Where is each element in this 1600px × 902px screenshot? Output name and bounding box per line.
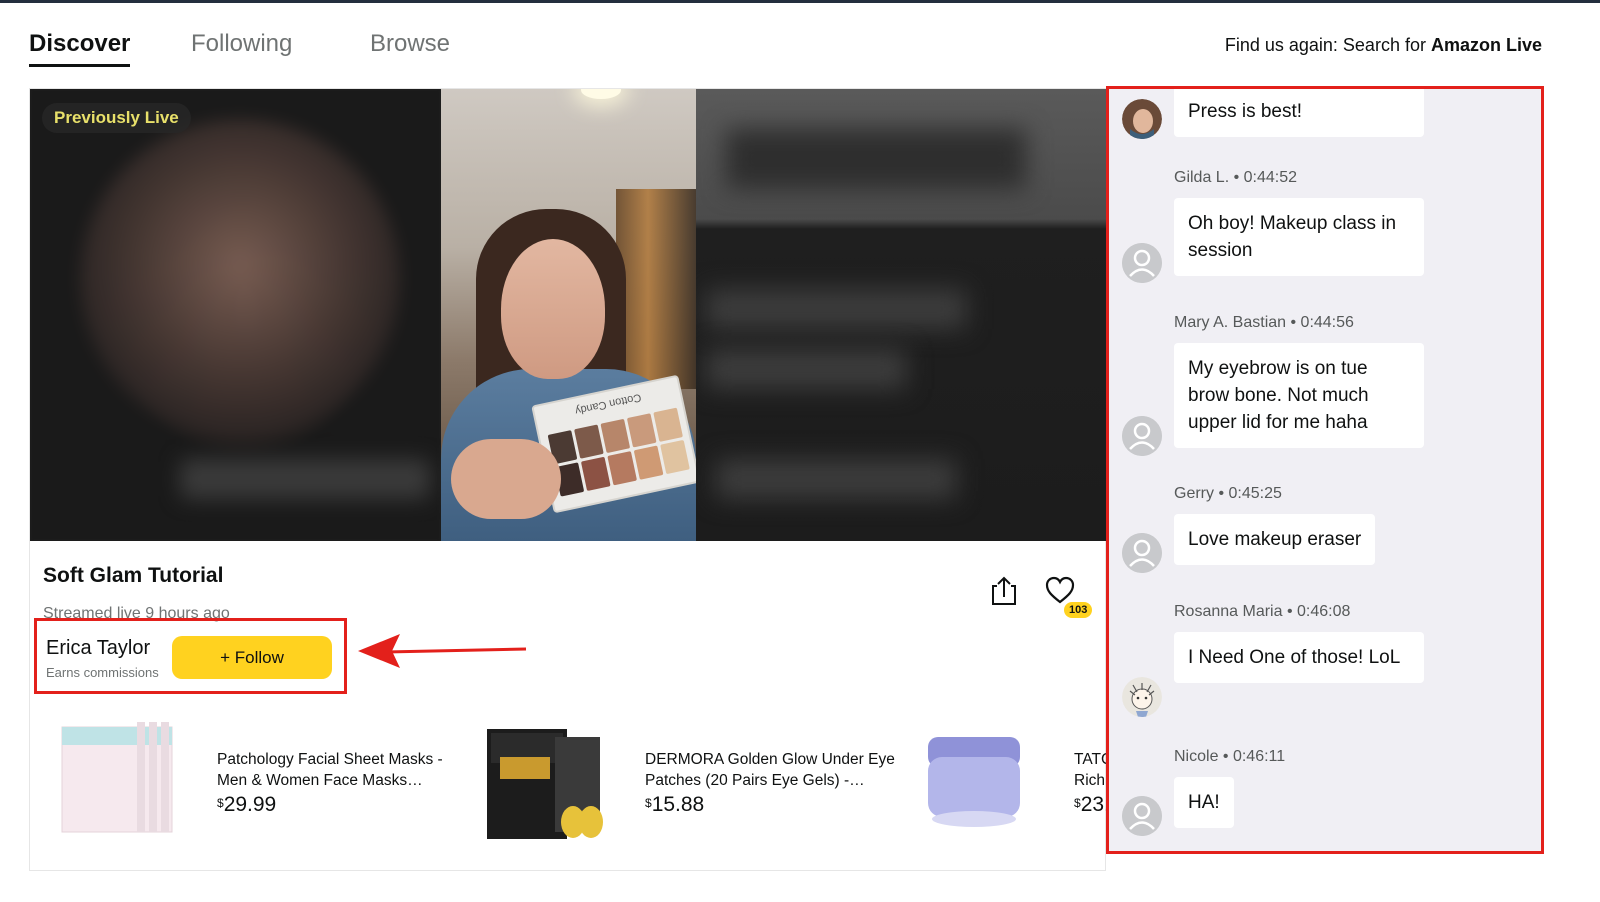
previously-live-badge: Previously Live <box>42 103 191 133</box>
price-currency: $ <box>645 796 652 810</box>
find-us-prefix: Find us again: Search for <box>1224 35 1431 55</box>
cartoon-avatar <box>1122 677 1162 717</box>
user-icon <box>1122 796 1162 836</box>
price-value: 15.88 <box>651 793 705 816</box>
top-rule <box>0 0 1600 3</box>
share-icon[interactable] <box>988 575 1020 607</box>
chat-bubble: My eyebrow is on tue brow bone. Not much… <box>1174 343 1424 448</box>
chat-bubble: Press is best! <box>1174 89 1424 137</box>
user-icon <box>1122 243 1162 283</box>
user-icon <box>1122 416 1162 456</box>
product-image <box>928 737 1020 827</box>
product-image <box>487 729 603 839</box>
photo-avatar <box>1122 99 1162 139</box>
palette-shades <box>547 407 690 497</box>
presenter-face <box>501 239 605 379</box>
chat-meta: Gilda L. • 0:44:52 <box>1174 169 1298 186</box>
product-name[interactable]: DERMORA Golden Glow Under Eye Patches (2… <box>645 749 895 791</box>
chat-bubble: I Need One of those! LoL <box>1174 632 1424 683</box>
chat-meta: Nicole • 0:46:11 <box>1174 748 1286 765</box>
chat-bubble: HA! <box>1174 777 1234 828</box>
product-image <box>61 722 173 833</box>
product-name[interactable]: Patchology Facial Sheet Masks - Men & Wo… <box>217 749 467 791</box>
user-icon <box>1122 533 1162 573</box>
price-value: 29.99 <box>223 793 277 816</box>
video-player[interactable]: Cotton Candy Previously Live <box>30 89 1107 541</box>
tab-browse[interactable]: Browse <box>370 30 450 58</box>
product-price: $29.99 <box>217 793 467 817</box>
find-us-text: Find us again: Search for Amazon Live <box>1225 35 1542 56</box>
stream-card: Cotton Candy Previously Live Soft Glam T… <box>29 88 1134 871</box>
chat-bubble: Love makeup eraser <box>1174 514 1376 565</box>
chat-meta: Mary A. Bastian • 0:44:56 <box>1174 314 1354 331</box>
video-blur-left <box>30 89 441 541</box>
find-us-emphasis: Amazon Live <box>1430 35 1542 55</box>
product-price: $15.88 <box>645 793 895 817</box>
ceiling-lamp <box>581 89 621 99</box>
tab-discover[interactable]: Discover <box>29 30 131 67</box>
video-blur-right <box>696 89 1107 541</box>
blurred-text <box>180 459 430 499</box>
price-currency: $ <box>1074 796 1081 810</box>
creator-name[interactable]: Erica Taylor <box>46 637 150 660</box>
blurred-text <box>726 129 1026 189</box>
presenter-hand <box>451 439 561 519</box>
follow-button[interactable]: + Follow <box>172 636 332 679</box>
chat-bubble: Oh boy! Makeup class in session <box>1174 198 1424 276</box>
stream-title: Soft Glam Tutorial <box>43 564 224 587</box>
blurred-avatar <box>80 119 400 439</box>
product-info: Patchology Facial Sheet Masks - Men & Wo… <box>217 749 467 817</box>
like-count: 103 <box>1064 602 1093 618</box>
heart-icon[interactable] <box>1045 576 1075 604</box>
blurred-text <box>716 459 956 499</box>
creator-highlight: Erica Taylor Earns commissions + Follow <box>34 618 347 694</box>
blurred-text <box>706 349 906 389</box>
chat-meta: Rosanna Maria • 0:46:08 <box>1174 603 1351 620</box>
tab-following[interactable]: Following <box>191 30 292 58</box>
annotation-arrow <box>358 634 527 668</box>
palette-label: Cotton Candy <box>573 390 643 417</box>
product-info: DERMORA Golden Glow Under Eye Patches (2… <box>645 749 895 817</box>
chat-panel[interactable]: Press is best! Gilda L. • 0:44:52 Oh boy… <box>1106 86 1544 854</box>
closet-background <box>616 189 696 389</box>
chat-meta: Gerry • 0:45:25 <box>1174 485 1282 502</box>
video-frame: Cotton Candy <box>441 89 696 541</box>
blurred-text <box>706 289 966 329</box>
price-currency: $ <box>217 796 224 810</box>
creator-subtitle: Earns commissions <box>46 665 159 680</box>
